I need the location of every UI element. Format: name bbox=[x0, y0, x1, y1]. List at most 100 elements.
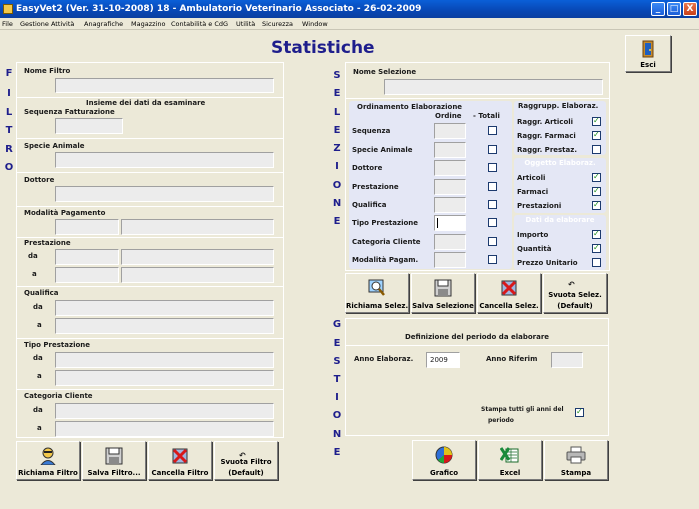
menu-gestione-attivita[interactable]: Gestione Attività bbox=[20, 18, 74, 30]
anno-riferim-field[interactable] bbox=[551, 352, 583, 368]
svuota-selez-label: Svuota Selez. bbox=[548, 291, 602, 299]
categoria-cliente-label: Categoria Cliente bbox=[24, 392, 93, 400]
divider bbox=[346, 98, 609, 99]
farmaci-checkbox[interactable] bbox=[592, 186, 601, 196]
prestazione-a-code-field[interactable] bbox=[55, 267, 119, 283]
gestione-panel: Definizione del periodo da elaborare Ann… bbox=[345, 318, 609, 436]
specie-animale-ordine-field[interactable] bbox=[434, 142, 466, 158]
side-letter: O bbox=[4, 162, 14, 173]
categoria-cliente-a-field[interactable] bbox=[55, 421, 274, 437]
richiama-filtro-label: Richiama Filtro bbox=[18, 469, 78, 477]
grafico-button[interactable]: Grafico bbox=[412, 440, 476, 480]
tipo-prestazione-da-field[interactable] bbox=[55, 352, 274, 368]
raggr-articoli-checkbox[interactable] bbox=[592, 116, 601, 126]
window-titlebar: EasyVet2 (Ver. 31-10-2008) 18 - Ambulato… bbox=[0, 0, 699, 18]
nome-selezione-field[interactable] bbox=[384, 79, 603, 95]
tipo-prestazione-totali-checkbox[interactable] bbox=[488, 218, 497, 227]
minimize-button[interactable]: _ bbox=[651, 2, 665, 16]
grafico-label: Grafico bbox=[429, 469, 459, 477]
raggr-farmaci-checkbox[interactable] bbox=[592, 130, 601, 140]
floppy-disk-icon bbox=[105, 447, 123, 465]
categoria-cliente-totali-checkbox[interactable] bbox=[488, 237, 497, 246]
modalita-pagamento-code-field[interactable] bbox=[55, 219, 119, 235]
categoria-cliente-da-field[interactable] bbox=[55, 403, 274, 419]
raggrupp-box: Raggrupp. Elaboraz. Raggr. Articoli Ragg… bbox=[514, 101, 606, 155]
salva-filtro-button[interactable]: Salva Filtro... bbox=[82, 441, 146, 480]
raggr-prestaz-checkbox[interactable] bbox=[592, 145, 601, 154]
menu-magazzino[interactable]: Magazzino bbox=[131, 18, 165, 30]
esci-button[interactable]: Esci bbox=[625, 35, 671, 72]
menu-anagrafiche[interactable]: Anagrafiche bbox=[84, 18, 123, 30]
prestazione-ordine-field[interactable] bbox=[434, 179, 466, 195]
qualifica-a-field[interactable] bbox=[55, 318, 274, 334]
anno-elaboraz-label: Anno Elaboraz. bbox=[354, 355, 414, 363]
modalita-pagam-totali-checkbox[interactable] bbox=[488, 255, 497, 264]
prestazione-label: Prestazione bbox=[352, 183, 399, 191]
richiama-filtro-button[interactable]: Richiama Filtro bbox=[16, 441, 80, 480]
modalita-pagamento-desc-field[interactable] bbox=[121, 219, 274, 235]
prezzo-unitario-checkbox[interactable] bbox=[592, 258, 601, 267]
nome-filtro-field[interactable] bbox=[55, 78, 274, 93]
menu-window[interactable]: Window bbox=[302, 18, 328, 30]
anno-elaboraz-field[interactable]: 2009 bbox=[426, 352, 460, 368]
side-letter: R bbox=[5, 144, 13, 155]
svuota-filtro-button[interactable]: ↶ Svuota Filtro (Default) bbox=[214, 441, 278, 480]
qualifica-totali-checkbox[interactable] bbox=[488, 200, 497, 209]
menu-contabilita[interactable]: Contabilità e CdG bbox=[171, 18, 228, 30]
sequenza-ordine-field[interactable] bbox=[434, 123, 466, 139]
exit-door-icon bbox=[642, 40, 654, 58]
menu-file[interactable]: File bbox=[2, 18, 13, 30]
oggetto-title: Oggetto Elaboraz. bbox=[524, 159, 596, 167]
delete-icon bbox=[172, 448, 188, 464]
salva-selezione-button[interactable]: Salva Selezione bbox=[411, 273, 475, 313]
printer-icon bbox=[566, 446, 586, 464]
menu-bar: File Gestione Attività Anagrafiche Magaz… bbox=[0, 18, 699, 30]
prestazione-totali-checkbox[interactable] bbox=[488, 182, 497, 191]
tipo-prestazione-a-field[interactable] bbox=[55, 370, 274, 386]
divider bbox=[17, 206, 283, 207]
qualifica-da-field[interactable] bbox=[55, 300, 274, 316]
stampa-tutti-checkbox[interactable] bbox=[575, 407, 584, 417]
dottore-field[interactable] bbox=[55, 186, 274, 202]
menu-utilita[interactable]: Utilità bbox=[236, 18, 255, 30]
specie-animale-totali-checkbox[interactable] bbox=[488, 145, 497, 154]
tipo-prestazione-da-label: da bbox=[33, 354, 43, 362]
stampa-button[interactable]: Stampa bbox=[544, 440, 608, 480]
excel-label: Excel bbox=[499, 469, 521, 477]
categoria-cliente-ordine-field[interactable] bbox=[434, 234, 466, 250]
farmaci-label: Farmaci bbox=[517, 188, 549, 196]
prestazione-a-desc-field[interactable] bbox=[121, 267, 274, 283]
modalita-pagam-ordine-field[interactable] bbox=[434, 252, 466, 268]
cancella-selez-button[interactable]: Cancella Selez. bbox=[477, 273, 541, 313]
quantita-checkbox[interactable] bbox=[592, 243, 601, 253]
cancella-filtro-button[interactable]: Cancella Filtro bbox=[148, 441, 212, 480]
cancella-selez-label: Cancella Selez. bbox=[479, 302, 539, 310]
articoli-label: Articoli bbox=[517, 174, 546, 182]
maximize-button[interactable]: □ bbox=[667, 2, 681, 16]
prestazioni-checkbox[interactable] bbox=[592, 200, 601, 210]
articoli-checkbox[interactable] bbox=[592, 172, 601, 182]
prestazione-da-code-field[interactable] bbox=[55, 249, 119, 265]
richiama-selez-label: Richiama Selez. bbox=[346, 302, 409, 310]
dottore-totali-checkbox[interactable] bbox=[488, 163, 497, 172]
svuota-selez-button[interactable]: ↶ Svuota Selez. (Default) bbox=[543, 273, 607, 313]
sequenza-fatturazione-field[interactable] bbox=[55, 118, 123, 134]
richiama-selez-button[interactable]: Richiama Selez. bbox=[345, 273, 409, 313]
menu-sicurezza[interactable]: Sicurezza bbox=[262, 18, 293, 30]
specie-animale-label: Specie Animale bbox=[352, 146, 413, 154]
dottore-ordine-field[interactable] bbox=[434, 160, 466, 176]
excel-button[interactable]: Excel bbox=[478, 440, 542, 480]
close-button[interactable]: X bbox=[683, 2, 697, 16]
qualifica-label: Qualifica bbox=[352, 201, 387, 209]
svuota-selez-default-label: (Default) bbox=[557, 302, 593, 310]
importo-checkbox[interactable] bbox=[592, 229, 601, 239]
tipo-prestazione-ordine-field[interactable] bbox=[434, 215, 466, 231]
divider bbox=[17, 237, 283, 238]
specie-animale-field[interactable] bbox=[55, 152, 274, 168]
side-letter: T bbox=[333, 374, 341, 385]
divider bbox=[17, 286, 283, 287]
anno-riferim-label: Anno Riferim bbox=[486, 355, 538, 363]
qualifica-ordine-field[interactable] bbox=[434, 197, 466, 213]
sequenza-totali-checkbox[interactable] bbox=[488, 126, 497, 135]
prestazione-da-desc-field[interactable] bbox=[121, 249, 274, 265]
